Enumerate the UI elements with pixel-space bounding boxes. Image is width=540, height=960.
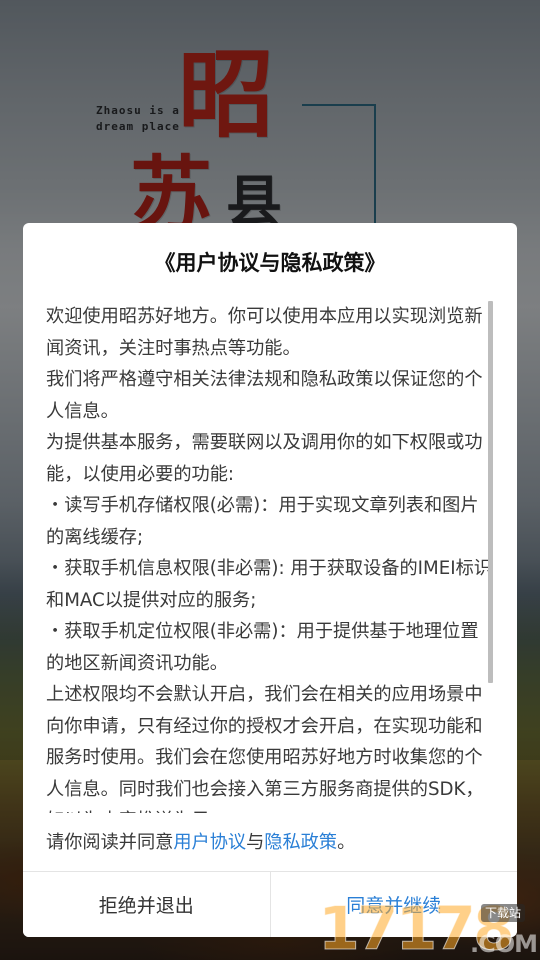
dialog-scroll-content[interactable]: 欢迎使用昭苏好地方。你可以使用本应用以实现浏览新闻资讯，关注时事热点等功能。 我…: [46, 301, 493, 813]
dialog-paragraph: 为提供基本服务，需要联网以及调用你的如下权限或功能，以使用必要的功能:: [46, 432, 483, 485]
dialog-scrollbar[interactable]: [488, 301, 493, 683]
dialog-paragraph: ・获取手机信息权限(非必需): 用于获取设备的IMEI标识和MAC以提供对应的服…: [46, 558, 492, 611]
dialog-paragraph: ・读写手机存储权限(必需)：用于实现文章列表和图片的离线缓存;: [46, 495, 479, 548]
dialog-paragraph: 我们将严格遵守相关法律法规和隐私政策以保证您的个人信息。: [46, 369, 483, 422]
notice-conjunction: 与: [246, 832, 265, 853]
notice-prefix: 请你阅读并同意: [46, 832, 174, 853]
watermark-badge: 下载站: [481, 904, 526, 922]
privacy-dialog: 《用户协议与隐私政策》 欢迎使用昭苏好地方。你可以使用本应用以实现浏览新闻资讯，…: [23, 223, 517, 937]
watermark-domain: .COM: [470, 930, 538, 958]
dialog-paragraph: 欢迎使用昭苏好地方。你可以使用本应用以实现浏览新闻资讯，关注时事热点等功能。: [46, 306, 483, 359]
dialog-paragraph: 上述权限均不会默认开启，我们会在相关的应用场景中向你申请，只有经过你的授权才会开…: [46, 684, 484, 813]
dialog-paragraph: ・获取手机定位权限(非必需)：用于提供基于地理位置的地区新闻资讯功能。: [46, 621, 479, 674]
privacy-policy-link[interactable]: 隐私政策: [264, 832, 337, 853]
reject-and-exit-button[interactable]: 拒绝并退出: [23, 872, 271, 937]
user-agreement-link[interactable]: 用户协议: [173, 832, 246, 853]
agreement-notice: 请你阅读并同意用户协议与隐私政策。: [46, 826, 355, 860]
dialog-title: 《用户协议与隐私政策》: [154, 251, 386, 275]
notice-suffix: 。: [337, 832, 356, 853]
